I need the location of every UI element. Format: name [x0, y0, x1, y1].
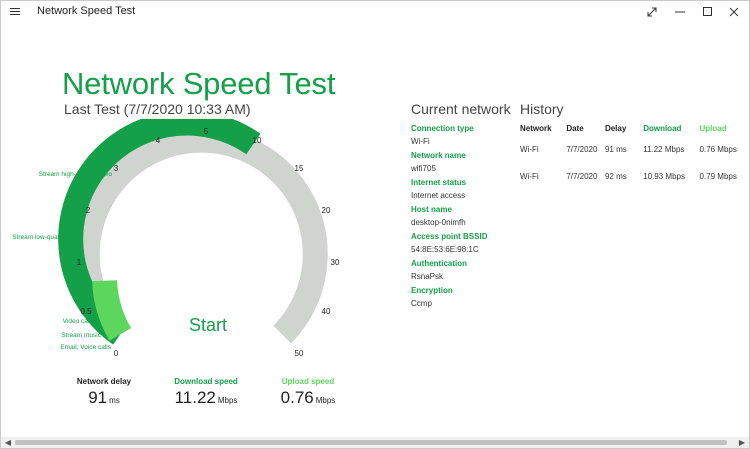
fullscreen-icon[interactable] [637, 1, 667, 23]
connection-type-key: Connection type [411, 124, 474, 133]
close-icon[interactable] [719, 1, 749, 23]
tick-3: 3 [114, 164, 119, 173]
tick-2: 2 [86, 206, 91, 215]
window-title: Network Speed Test [37, 5, 136, 17]
label-stream-lq-video: Stream low-quality video [12, 234, 83, 241]
network-name-item: Network name wifi705 [411, 151, 487, 178]
tick-20: 20 [322, 206, 331, 215]
history-cell-date: 7/7/2020 [566, 145, 598, 154]
host-name-key: Host name [411, 205, 452, 214]
history-title: History [520, 101, 564, 117]
encryption-value: Ccmp [411, 299, 432, 308]
network-delay-metric: Network delay 91 ms [49, 377, 159, 408]
tick-15: 15 [295, 164, 304, 173]
tick-0-5: 0.5 [80, 307, 92, 316]
encryption-key: Encryption [411, 286, 453, 295]
authentication-key: Authentication [411, 259, 467, 268]
network-delay-value: 91 [88, 388, 108, 407]
label-stream-music: Stream music [61, 332, 101, 339]
horizontal-scrollbar[interactable]: ◀ ▶ [1, 437, 749, 448]
history-cell-delay: 92 ms [604, 172, 627, 181]
history-col-network: Network [520, 124, 552, 133]
history-cell-upload: 0.76 Mbps [699, 145, 737, 154]
app-window: Network Speed Test Network Speed Test La… [0, 0, 750, 449]
scrollbar-thumb[interactable] [15, 440, 727, 445]
current-network-list: Connection type Wi-Fi Network name wifi7… [411, 124, 487, 313]
history-table: Network Date Delay Download Upload Wi-Fi… [520, 124, 749, 198]
network-name-value: wifi705 [411, 164, 436, 173]
internet-status-item: Internet status Internet access [411, 178, 487, 205]
connection-type-item: Connection type Wi-Fi [411, 124, 487, 151]
tick-30: 30 [331, 258, 340, 267]
current-network-title: Current network [411, 101, 511, 117]
title-bar: Network Speed Test [1, 1, 749, 23]
history-col-date: Date [566, 124, 584, 133]
history-cell-download: 10.93 Mbps [643, 172, 685, 181]
network-delay-unit: ms [109, 396, 120, 405]
internet-status-value: Internet access [411, 191, 466, 200]
tick-4: 4 [156, 136, 161, 145]
history-cell-network: Wi-Fi [520, 145, 539, 154]
tick-10: 10 [253, 136, 262, 145]
tick-40: 40 [322, 307, 331, 316]
hamburger-menu-icon[interactable] [7, 4, 25, 20]
encryption-item: Encryption Ccmp [411, 286, 487, 313]
authentication-item: Authentication RsnaPsk [411, 259, 487, 286]
authentication-value: RsnaPsk [411, 272, 444, 281]
download-speed-unit: Mbps [217, 396, 238, 405]
tick-0: 0 [114, 349, 119, 358]
last-test-timestamp: Last Test (7/7/2020 10:33 AM) [64, 101, 251, 117]
tick-50: 50 [295, 349, 304, 358]
history-row[interactable]: Wi-Fi 7/7/2020 92 ms 10.93 Mbps 0.79 Mbp… [520, 171, 749, 198]
history-cell-upload: 0.79 Mbps [699, 172, 737, 181]
history-col-upload: Upload [699, 124, 727, 133]
history-cell-download: 11.22 Mbps [643, 145, 685, 154]
label-email-voice-calls: Email, Voice calls [60, 344, 111, 351]
minimize-icon[interactable] [665, 1, 695, 23]
page-title: Network Speed Test [62, 66, 336, 101]
bssid-key: Access point BSSID [411, 232, 488, 241]
upload-speed-value: 0.76 [280, 388, 314, 407]
label-video-calls: Video calls [63, 318, 95, 325]
scroll-left-icon[interactable]: ◀ [2, 437, 14, 448]
label-stream-hq-video: Stream high-quality video [39, 171, 113, 178]
connection-type-value: Wi-Fi [411, 137, 430, 146]
history-col-delay: Delay [604, 124, 627, 133]
bssid-item: Access point BSSID 54:8E:53:6E:98:1C [411, 232, 487, 259]
start-button[interactable]: Start [173, 315, 243, 339]
network-delay-label: Network delay [76, 377, 132, 386]
history-header-row: Network Date Delay Download Upload [520, 124, 749, 144]
history-col-download: Download [643, 124, 682, 133]
network-name-key: Network name [411, 151, 466, 160]
tick-5: 5 [204, 127, 209, 136]
upload-speed-label: Upload speed [281, 377, 335, 386]
history-cell-delay: 91 ms [604, 145, 627, 154]
gauge-track [74, 127, 328, 344]
scroll-right-icon[interactable]: ▶ [736, 437, 748, 448]
internet-status-key: Internet status [411, 178, 467, 187]
history-row[interactable]: Wi-Fi 7/7/2020 91 ms 11.22 Mbps 0.76 Mbp… [520, 144, 749, 171]
download-speed-value: 11.22 [174, 388, 216, 407]
upload-speed-metric: Upload speed 0.76 Mbps [253, 377, 363, 408]
gauge-upload-arc [92, 279, 132, 341]
history-cell-date: 7/7/2020 [566, 172, 598, 181]
download-speed-metric: Download speed 11.22 Mbps [151, 377, 261, 408]
host-name-value: desktop-0nimfh [411, 218, 466, 227]
tick-1: 1 [77, 258, 82, 267]
bssid-value: 54:8E:53:6E:98:1C [411, 245, 479, 254]
upload-speed-unit: Mbps [315, 396, 336, 405]
host-name-item: Host name desktop-0nimfh [411, 205, 487, 232]
history-cell-network: Wi-Fi [520, 172, 539, 181]
download-speed-label: Download speed [174, 377, 238, 386]
